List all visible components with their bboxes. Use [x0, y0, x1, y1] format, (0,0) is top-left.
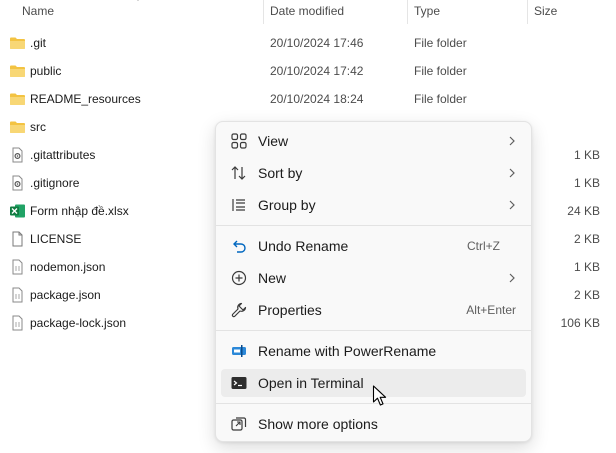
menu-item-view[interactable]: View — [221, 127, 526, 155]
file-type: File folder — [414, 36, 467, 50]
chevron-right-icon — [509, 273, 515, 283]
column-size-header[interactable]: Size — [534, 4, 557, 18]
column-header: Name Date modified Type Size — [0, 0, 616, 24]
file-icon — [12, 231, 23, 247]
chevron-right-icon — [509, 136, 515, 146]
menu-item-label: Undo Rename — [258, 238, 349, 254]
plus-circle-icon — [231, 270, 247, 286]
file-date: 20/10/2024 17:46 — [270, 36, 364, 50]
file-name: .gitignore — [30, 176, 80, 190]
mouse-cursor-icon — [372, 385, 387, 406]
file-name: nodemon.json — [30, 260, 106, 274]
column-type-header[interactable]: Type — [414, 4, 440, 18]
menu-item-label: View — [258, 133, 289, 149]
show-more-icon — [231, 417, 247, 431]
file-name: README_resources — [30, 92, 141, 106]
file-size: 1 KB — [573, 260, 600, 274]
file-name: public — [30, 64, 62, 78]
file-name: package-lock.json — [30, 316, 127, 330]
sort-icon — [231, 166, 246, 180]
file-size: 2 KB — [573, 288, 600, 302]
excel-file-icon — [10, 204, 25, 218]
file-name: .git — [30, 36, 47, 50]
menu-item-properties[interactable]: Properties Alt+Enter — [221, 296, 526, 324]
wrench-icon — [231, 302, 247, 318]
chevron-right-icon — [509, 168, 515, 178]
folder-icon — [10, 121, 25, 133]
terminal-icon — [231, 377, 247, 389]
menu-item-label: Open in Terminal — [258, 375, 364, 391]
file-size: 1 KB — [573, 176, 600, 190]
menu-item-rename-with-powerrename[interactable]: Rename with PowerRename — [221, 337, 526, 365]
menu-item-label: Rename with PowerRename — [258, 343, 437, 359]
json-file-icon — [12, 287, 23, 303]
chevron-right-icon — [509, 200, 515, 210]
group-by-icon — [232, 199, 245, 211]
file-row[interactable]: README_resources 20/10/2024 18:24 File f… — [0, 85, 616, 113]
grid-view-icon — [231, 133, 247, 149]
menu-item-undo-rename[interactable]: Undo Rename Ctrl+Z — [221, 232, 526, 260]
file-date: 20/10/2024 17:42 — [270, 64, 364, 78]
menu-item-label: New — [258, 270, 287, 286]
file-size: 2 KB — [573, 232, 600, 246]
menu-item-new[interactable]: New — [221, 264, 526, 292]
folder-icon — [10, 37, 25, 49]
menu-item-show-more-options[interactable]: Show more options — [221, 410, 526, 438]
file-date: 20/10/2024 18:24 — [270, 92, 364, 106]
menu-item-shortcut: Alt+Enter — [466, 303, 516, 317]
file-name: Form nhập đề.xlsx — [30, 204, 129, 218]
menu-item-label: Group by — [258, 197, 316, 213]
column-divider[interactable] — [407, 0, 408, 24]
file-name: src — [30, 120, 46, 134]
menu-item-label: Properties — [258, 302, 322, 318]
menu-item-sort-by[interactable]: Sort by — [221, 159, 526, 187]
undo-icon — [233, 240, 246, 253]
column-divider[interactable] — [263, 0, 264, 24]
file-name: .gitattributes — [30, 148, 96, 162]
column-date-header[interactable]: Date modified — [270, 4, 344, 18]
file-type: File folder — [414, 64, 467, 78]
menu-item-label: Show more options — [258, 416, 378, 432]
file-row[interactable]: public 20/10/2024 17:42 File folder — [0, 57, 616, 85]
menu-item-shortcut: Ctrl+Z — [467, 239, 500, 253]
json-file-icon — [12, 259, 23, 275]
file-name: LICENSE — [30, 232, 82, 246]
file-size: 106 KB — [560, 316, 600, 330]
file-size: 1 KB — [573, 148, 600, 162]
column-divider[interactable] — [527, 0, 528, 24]
sort-ascending-icon — [137, 0, 139, 1]
folder-icon — [10, 93, 25, 105]
column-name-header[interactable]: Name — [22, 4, 54, 18]
json-file-icon — [12, 315, 23, 331]
file-size: 24 KB — [567, 204, 600, 218]
file-name: package.json — [30, 288, 101, 302]
file-row[interactable]: .git 20/10/2024 17:46 File folder — [0, 29, 616, 57]
menu-item-group-by[interactable]: Group by — [221, 191, 526, 219]
settings-file-icon — [12, 175, 23, 191]
menu-separator — [216, 225, 531, 226]
settings-file-icon — [12, 147, 23, 163]
folder-icon — [10, 65, 25, 77]
file-type: File folder — [414, 92, 467, 106]
menu-separator — [216, 330, 531, 331]
menu-item-label: Sort by — [258, 165, 303, 181]
powerrename-icon — [232, 345, 246, 357]
